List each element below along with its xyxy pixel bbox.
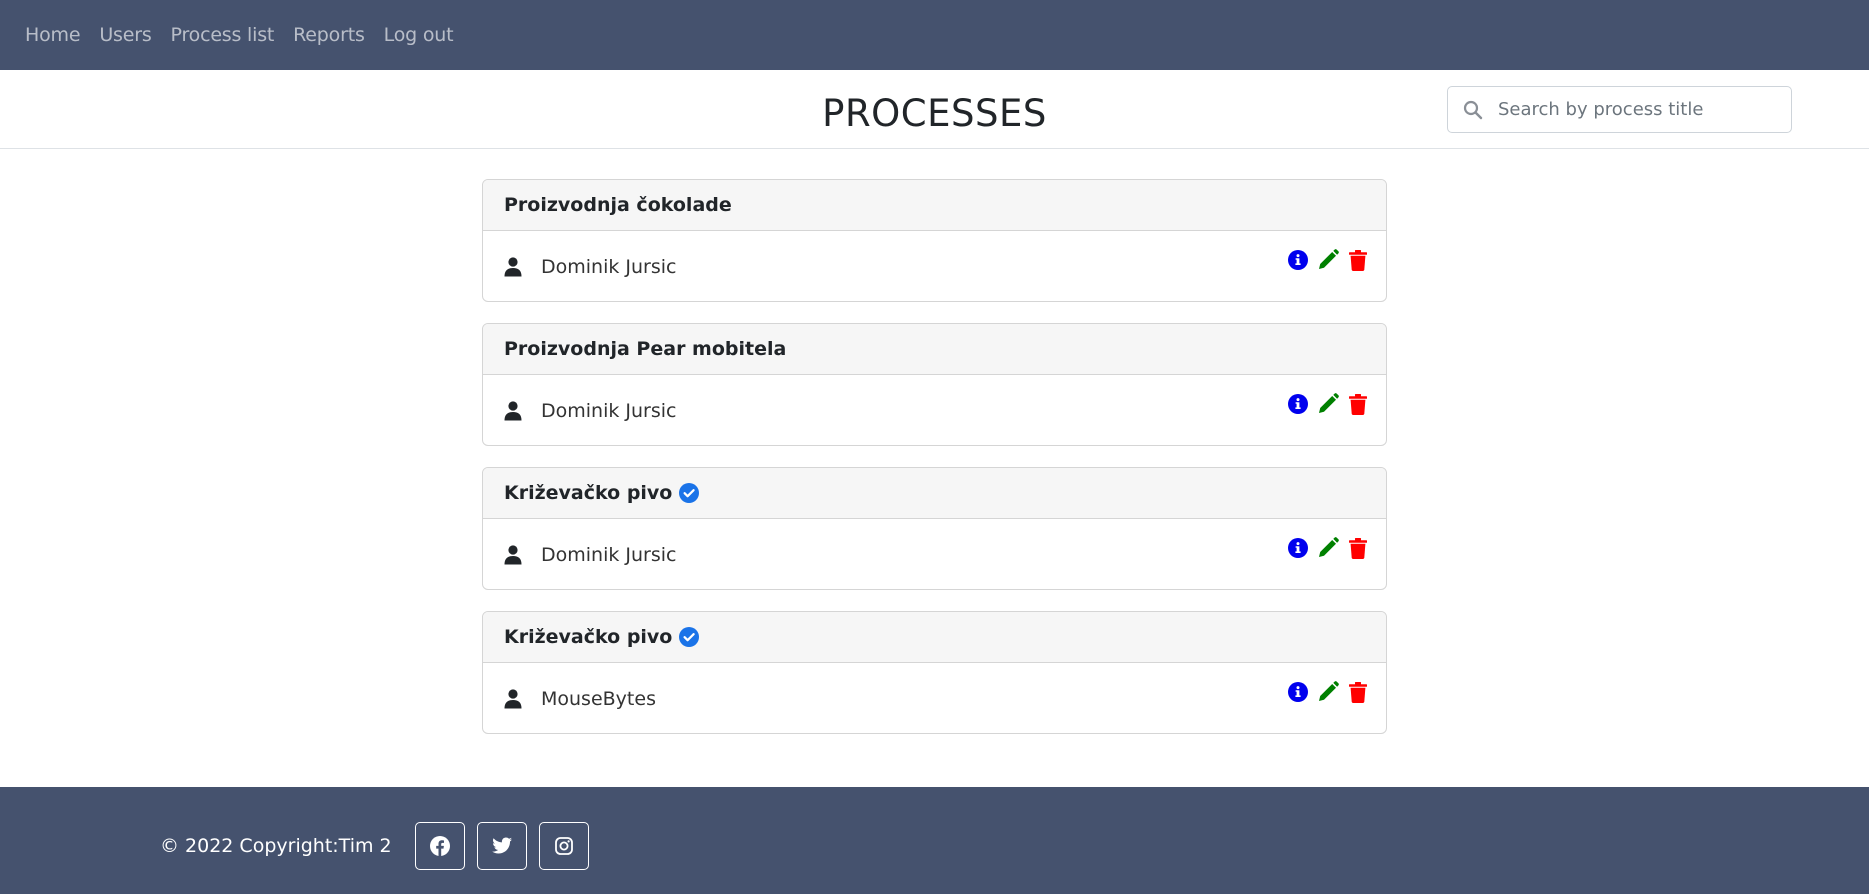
edit-button[interactable] xyxy=(1317,537,1339,559)
twitter-icon xyxy=(492,837,512,854)
process-owner: Dominik Jursic xyxy=(541,543,677,566)
process-card-body: MouseBytes xyxy=(483,663,1386,733)
process-card-header: Križevačko pivo xyxy=(483,468,1386,519)
delete-button[interactable] xyxy=(1347,537,1369,559)
instagram-button[interactable] xyxy=(539,822,589,870)
process-title: Križevačko pivo xyxy=(504,626,673,648)
user-icon xyxy=(504,544,522,565)
instagram-icon xyxy=(555,837,573,855)
process-card-body: Dominik Jursic xyxy=(483,231,1386,301)
info-icon xyxy=(1288,682,1308,702)
edit-button[interactable] xyxy=(1317,681,1339,703)
nav-log-out[interactable]: Log out xyxy=(384,24,454,46)
social-links xyxy=(415,822,601,870)
trash-icon xyxy=(1349,393,1367,415)
process-card-header: Križevačko pivo xyxy=(483,612,1386,663)
facebook-button[interactable] xyxy=(415,822,465,870)
twitter-button[interactable] xyxy=(477,822,527,870)
nav-users[interactable]: Users xyxy=(99,24,151,46)
user-icon xyxy=(504,256,522,277)
process-card-body: Dominik Jursic xyxy=(483,519,1386,589)
nav-process-list[interactable]: Process list xyxy=(171,24,275,46)
nav-home[interactable]: Home xyxy=(25,24,81,46)
pencil-icon xyxy=(1319,537,1339,557)
facebook-icon xyxy=(430,836,450,856)
process-actions xyxy=(1279,537,1369,559)
process-owner: Dominik Jursic xyxy=(541,399,677,422)
verified-check-icon xyxy=(679,483,700,503)
search-box[interactable] xyxy=(1447,86,1792,133)
pencil-icon xyxy=(1319,249,1339,269)
process-title: Proizvodnja Pear mobitela xyxy=(504,338,787,360)
edit-button[interactable] xyxy=(1317,249,1339,271)
process-title: Proizvodnja čokolade xyxy=(504,194,732,216)
info-button[interactable] xyxy=(1287,681,1309,703)
verified-check-icon xyxy=(679,627,700,647)
search-input[interactable] xyxy=(1498,99,1778,120)
page-header: PROCESSES xyxy=(0,70,1869,149)
page-footer: © 2022 Copyright:Tim 2 xyxy=(0,787,1869,894)
info-button[interactable] xyxy=(1287,249,1309,271)
info-icon xyxy=(1288,394,1308,414)
delete-button[interactable] xyxy=(1347,249,1369,271)
delete-button[interactable] xyxy=(1347,393,1369,415)
process-card: Proizvodnja Pear mobitela Dominik Jursic xyxy=(482,323,1387,446)
process-card-header: Proizvodnja čokolade xyxy=(483,180,1386,231)
process-title: Križevačko pivo xyxy=(504,482,673,504)
process-card: Križevačko pivo Dominik Jursic xyxy=(482,467,1387,590)
trash-icon xyxy=(1349,537,1367,559)
process-card: Križevačko pivo MouseBytes xyxy=(482,611,1387,734)
user-icon xyxy=(504,400,522,421)
process-card: Proizvodnja čokolade Dominik Jursic xyxy=(482,179,1387,302)
process-owner: Dominik Jursic xyxy=(541,255,677,278)
process-actions xyxy=(1279,681,1369,703)
top-navbar: Home Users Process list Reports Log out xyxy=(0,0,1869,70)
trash-icon xyxy=(1349,681,1367,703)
trash-icon xyxy=(1349,249,1367,271)
pencil-icon xyxy=(1319,681,1339,701)
search-icon xyxy=(1448,87,1498,132)
pencil-icon xyxy=(1319,393,1339,413)
user-icon xyxy=(504,688,522,709)
process-actions xyxy=(1279,393,1369,415)
nav-reports[interactable]: Reports xyxy=(293,24,365,46)
info-button[interactable] xyxy=(1287,393,1309,415)
edit-button[interactable] xyxy=(1317,393,1339,415)
delete-button[interactable] xyxy=(1347,681,1369,703)
copyright-text: © 2022 Copyright:Tim 2 xyxy=(160,835,392,857)
process-card-header: Proizvodnja Pear mobitela xyxy=(483,324,1386,375)
process-owner: MouseBytes xyxy=(541,687,656,710)
info-icon xyxy=(1288,538,1308,558)
process-card-body: Dominik Jursic xyxy=(483,375,1386,445)
process-list: Proizvodnja čokolade Dominik Jursic Proi… xyxy=(482,179,1387,755)
info-icon xyxy=(1288,250,1308,270)
process-actions xyxy=(1279,249,1369,271)
info-button[interactable] xyxy=(1287,537,1309,559)
